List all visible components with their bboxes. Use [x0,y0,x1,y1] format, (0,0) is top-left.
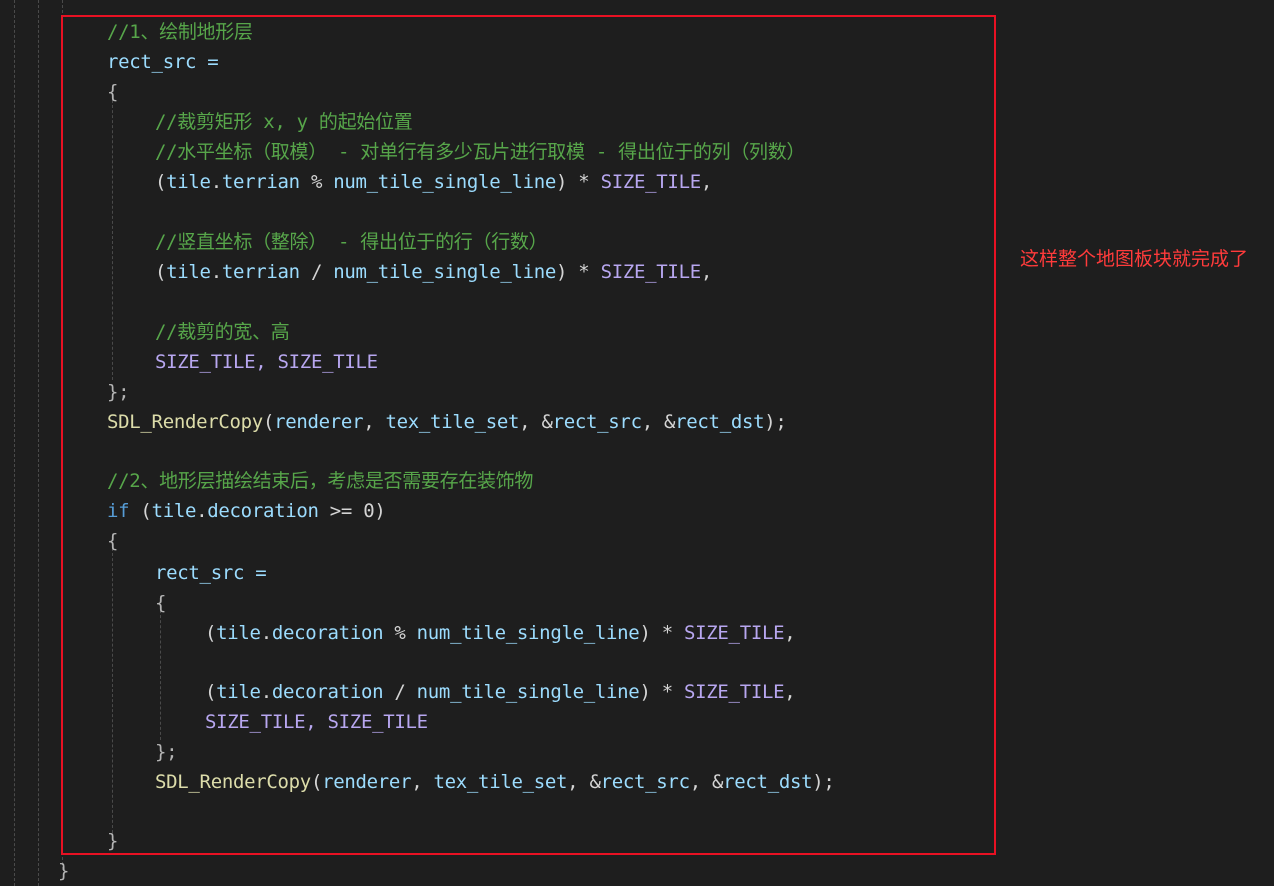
code-line: } [58,860,70,882]
highlight-box [61,15,996,855]
annotation-text: 这样整个地图板块就完成了 [1020,248,1249,270]
indent-guide [14,0,15,886]
indent-guide [38,0,39,886]
